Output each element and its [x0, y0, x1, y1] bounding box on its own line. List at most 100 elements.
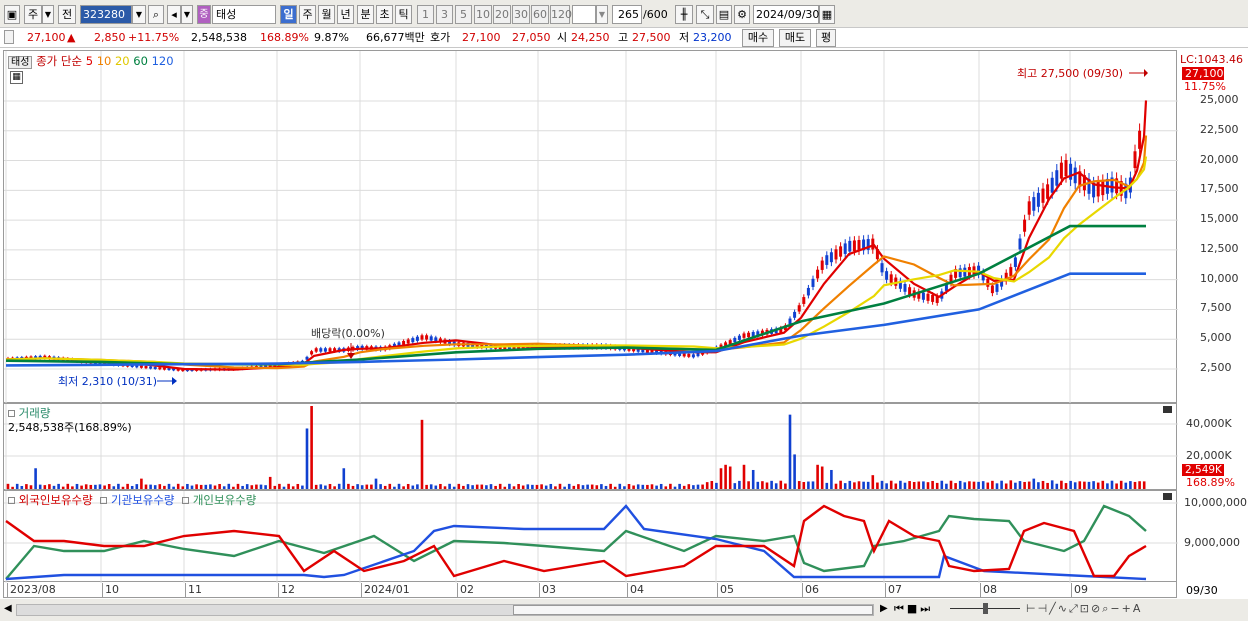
interval-20[interactable]: 20	[493, 5, 511, 24]
interval-5[interactable]: 5	[455, 5, 472, 24]
volume-bar	[475, 484, 479, 489]
up-arrow: ▲	[67, 31, 76, 44]
prev-button[interactable]: 전	[58, 5, 76, 24]
drawing-tools[interactable]: ⊢⊣╱∿⤢⊡⊘⌕−+A	[1026, 602, 1142, 616]
volume-bar	[885, 483, 888, 489]
tab-tick[interactable]: 틱	[395, 5, 412, 24]
price-tick: 17,500	[1200, 182, 1239, 196]
volume-bar	[1018, 481, 1022, 489]
buy-button[interactable]: 매수	[742, 29, 774, 47]
volume-bar	[370, 484, 373, 489]
scroll-right-icon[interactable]: ▶	[880, 603, 888, 614]
vol-tick-40000: 40,000K	[1186, 417, 1232, 430]
candle-body	[742, 333, 746, 338]
collapse-icon[interactable]	[4, 30, 14, 44]
zoom-slider-thumb[interactable]	[983, 603, 988, 614]
speaker-icon[interactable]: ◂	[167, 5, 181, 24]
window-menu-icon[interactable]: ▣	[4, 5, 20, 24]
volume-bar	[751, 469, 755, 489]
volume-bar	[61, 486, 65, 489]
candle-body	[1059, 162, 1063, 179]
volume-value: 2,548,538주(168.89%)	[8, 421, 132, 434]
code-dropdown-icon[interactable]: ▼	[132, 5, 146, 24]
candle-body	[843, 243, 847, 254]
interval-120[interactable]: 120	[550, 5, 572, 24]
pane-close-icon[interactable]	[1163, 406, 1172, 413]
volume-bar	[526, 484, 530, 489]
quote-label: 호가	[430, 31, 451, 44]
volume-bar	[632, 485, 635, 489]
volume-pane[interactable]: 거래량 2,548,538주(168.89%)	[3, 403, 1178, 491]
save-icon[interactable]: ▤	[716, 5, 732, 24]
indicator-icon[interactable]: ⤡	[696, 5, 714, 24]
interval-1[interactable]: 1	[417, 5, 434, 24]
volume-bar	[613, 486, 617, 489]
volume-bar	[89, 484, 93, 489]
interval-30[interactable]: 30	[512, 5, 530, 24]
interval-10[interactable]: 10	[474, 5, 492, 24]
tab-day[interactable]: 일	[280, 5, 297, 24]
legend-box-icon	[182, 497, 190, 504]
volume-bar	[328, 483, 332, 489]
volume-bar	[1032, 478, 1036, 489]
calendar-icon[interactable]: ▦	[819, 5, 835, 24]
tab-minute[interactable]: 분	[357, 5, 374, 24]
volume-bar	[448, 483, 451, 489]
candle-type-icon[interactable]: ╫	[675, 5, 693, 24]
price-pane[interactable]: 태성 종가 단순 5 10 20 60 120 ▦ 최고 27,500 (09/…	[3, 50, 1178, 404]
candle-body	[1064, 160, 1068, 177]
search-icon[interactable]: ⌕	[148, 5, 164, 24]
price-chart	[4, 51, 1178, 404]
candle-body	[1101, 180, 1105, 196]
volume-bar	[94, 484, 97, 489]
scroll-thumb[interactable]	[513, 605, 873, 615]
volume-bar	[935, 482, 939, 489]
volume-bar	[719, 468, 723, 489]
tab-month[interactable]: 월	[318, 5, 335, 24]
volume-bar	[1073, 482, 1077, 489]
tab-year[interactable]: 년	[337, 5, 354, 24]
vol-tick-20000: 20,000K	[1186, 449, 1232, 462]
chevron-down-icon[interactable]: ▼	[42, 5, 54, 24]
gear-icon[interactable]: ⚙	[734, 5, 750, 24]
volume-bar	[949, 480, 953, 489]
volume-bar	[6, 483, 10, 489]
volume-bar	[931, 480, 934, 489]
horizontal-scrollbar[interactable]	[16, 604, 874, 616]
candle-body	[144, 365, 148, 369]
eval-button[interactable]: 평	[816, 29, 836, 47]
date-input[interactable]: 2024/09/30	[753, 5, 819, 24]
playback-controls[interactable]: ⏮■⏭	[894, 602, 933, 616]
interval-3[interactable]: 3	[436, 5, 453, 24]
sell-button[interactable]: 매도	[779, 29, 811, 47]
volume-bar	[172, 486, 175, 489]
holding-pane[interactable]: 외국인보유수량 기관보유수량 개인보유수량	[3, 490, 1178, 583]
code-input[interactable]: 323280	[80, 5, 132, 24]
stock-tag[interactable]: 태성	[8, 56, 33, 69]
tab-second[interactable]: 초	[376, 5, 393, 24]
interval-60[interactable]: 60	[531, 5, 549, 24]
volume-bar	[135, 484, 139, 489]
pane-close-icon[interactable]	[1163, 493, 1172, 500]
volume-bar	[572, 485, 576, 489]
chevron-down-icon[interactable]: ▼	[181, 5, 193, 24]
grid-toggle-icon[interactable]: ▦	[10, 71, 23, 84]
chevron-down-icon[interactable]: ▼	[596, 5, 608, 24]
volume-bar	[1124, 482, 1128, 489]
period-select[interactable]: 주	[24, 5, 42, 24]
count-input[interactable]: 265	[612, 5, 642, 24]
volume-bar	[590, 484, 594, 489]
interval-custom-input[interactable]	[572, 5, 596, 24]
volume-bar	[117, 483, 120, 489]
volume-bar	[112, 486, 116, 489]
volume-bar	[834, 483, 838, 489]
vol-last-tag: 2,549K	[1182, 464, 1224, 476]
volume-bar	[774, 483, 778, 489]
volume-bar	[1009, 480, 1013, 489]
price-axis: LC:1043.46 27,100 11.75% 25,000 22,500 20,…	[1178, 50, 1248, 403]
volume-bar	[1106, 483, 1109, 489]
candle-body	[1046, 184, 1050, 199]
tab-week[interactable]: 주	[299, 5, 316, 24]
scroll-left-icon[interactable]: ◀	[4, 603, 12, 614]
high-arrow-head	[1144, 69, 1148, 77]
